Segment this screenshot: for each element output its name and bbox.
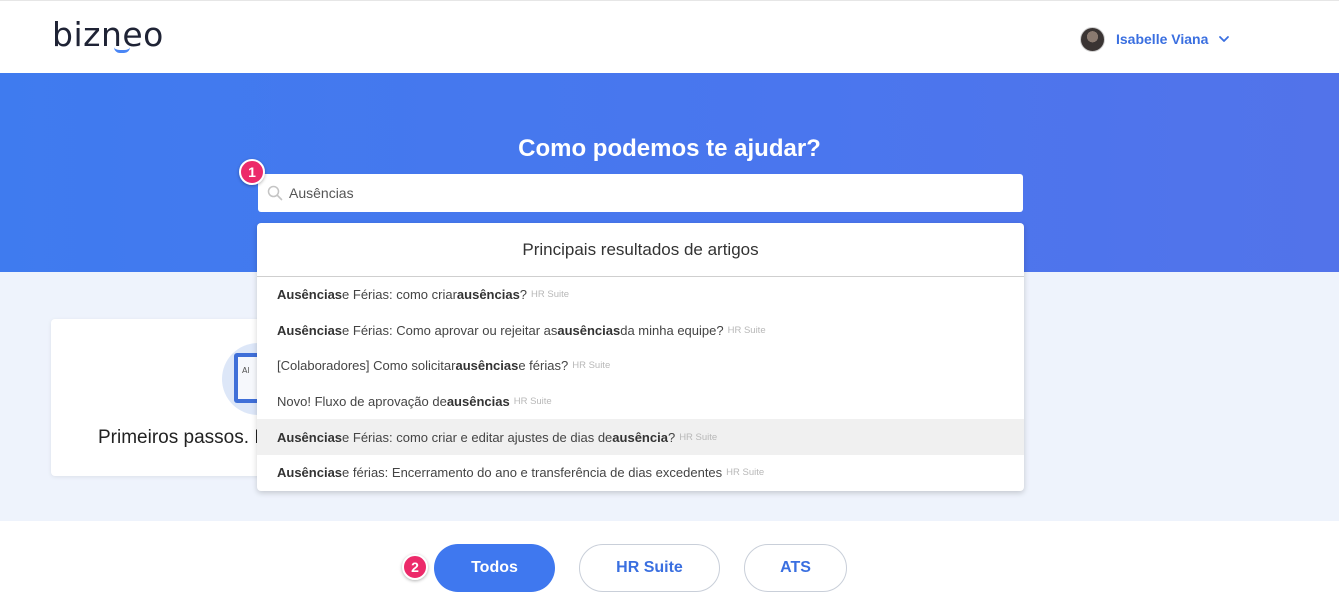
- result-item[interactable]: Ausências e Férias: como criar ausências…: [257, 277, 1024, 313]
- result-match-text: Ausências: [277, 322, 343, 338]
- top-bar: bizneo Isabelle Viana: [0, 0, 1339, 73]
- result-text: e férias?: [518, 358, 569, 374]
- search-results-dropdown: Principais resultados de artigos Ausênci…: [257, 223, 1024, 491]
- result-match-text: ausências: [455, 358, 519, 374]
- page-title: Como podemos te ajudar?: [518, 135, 821, 162]
- result-item[interactable]: [Colaboradores] Como solicitar ausências…: [257, 348, 1024, 384]
- result-tag: HR Suite: [572, 360, 611, 372]
- result-text: ?: [519, 287, 528, 303]
- result-text: e Férias: Como aprovar ou rejeitar as: [342, 322, 558, 338]
- result-item[interactable]: Novo! Fluxo de aprovação de ausências HR …: [257, 384, 1024, 420]
- result-tag: HR Suite: [726, 467, 765, 479]
- card-title: Primeiros passos. I: [98, 427, 260, 448]
- results-list: Ausências e Férias: como criar ausências…: [257, 277, 1024, 491]
- result-text: ?: [667, 429, 676, 445]
- search-box[interactable]: [258, 174, 1023, 212]
- result-match-text: Ausências: [277, 287, 343, 303]
- category-card[interactable]: Al Primeiros passos. I: [51, 319, 291, 476]
- avatar: [1080, 26, 1105, 52]
- user-name: Isabelle Viana: [1116, 31, 1209, 47]
- step-marker-2: 2: [402, 554, 428, 580]
- chevron-down-icon: [1219, 36, 1230, 42]
- bizneo-logo[interactable]: bizneo: [52, 15, 164, 54]
- search-input[interactable]: [289, 185, 1009, 201]
- result-match-text: ausências: [446, 394, 510, 410]
- user-menu[interactable]: Isabelle Viana: [1080, 26, 1230, 52]
- result-text: e férias: Encerramento do ano e transfer…: [342, 465, 723, 481]
- result-text: e Férias: como criar e editar ajustes de…: [342, 429, 613, 445]
- search-icon: [267, 185, 283, 201]
- step-marker-1: 1: [239, 159, 265, 185]
- result-match-text: Ausências: [277, 465, 343, 481]
- filter-button-todos[interactable]: Todos: [434, 544, 555, 592]
- result-tag: HR Suite: [727, 324, 766, 336]
- result-text: Novo! Fluxo de aprovação de: [277, 394, 447, 410]
- result-match-text: ausências: [557, 322, 621, 338]
- result-text: e Férias: como criar: [342, 287, 457, 303]
- result-tag: HR Suite: [531, 289, 570, 301]
- result-match-text: ausências: [456, 287, 520, 303]
- results-header: Principais resultados de artigos: [257, 223, 1024, 277]
- result-tag: HR Suite: [679, 431, 718, 443]
- result-match-text: ausência: [612, 429, 668, 445]
- result-match-text: Ausências: [277, 429, 343, 445]
- result-tag: HR Suite: [513, 396, 552, 408]
- filter-button-ats[interactable]: ATS: [744, 544, 847, 592]
- result-text: da minha equipe?: [620, 322, 724, 338]
- result-item[interactable]: Ausências e Férias: como criar e editar …: [257, 419, 1024, 455]
- result-item[interactable]: Ausências e Férias: Como aprovar ou reje…: [257, 313, 1024, 349]
- filter-button-hr-suite[interactable]: HR Suite: [579, 544, 720, 592]
- result-item[interactable]: Ausências e férias: Encerramento do ano …: [257, 455, 1024, 491]
- svg-text:Al: Al: [242, 366, 250, 375]
- result-text: [Colaboradores] Como solicitar: [277, 358, 456, 374]
